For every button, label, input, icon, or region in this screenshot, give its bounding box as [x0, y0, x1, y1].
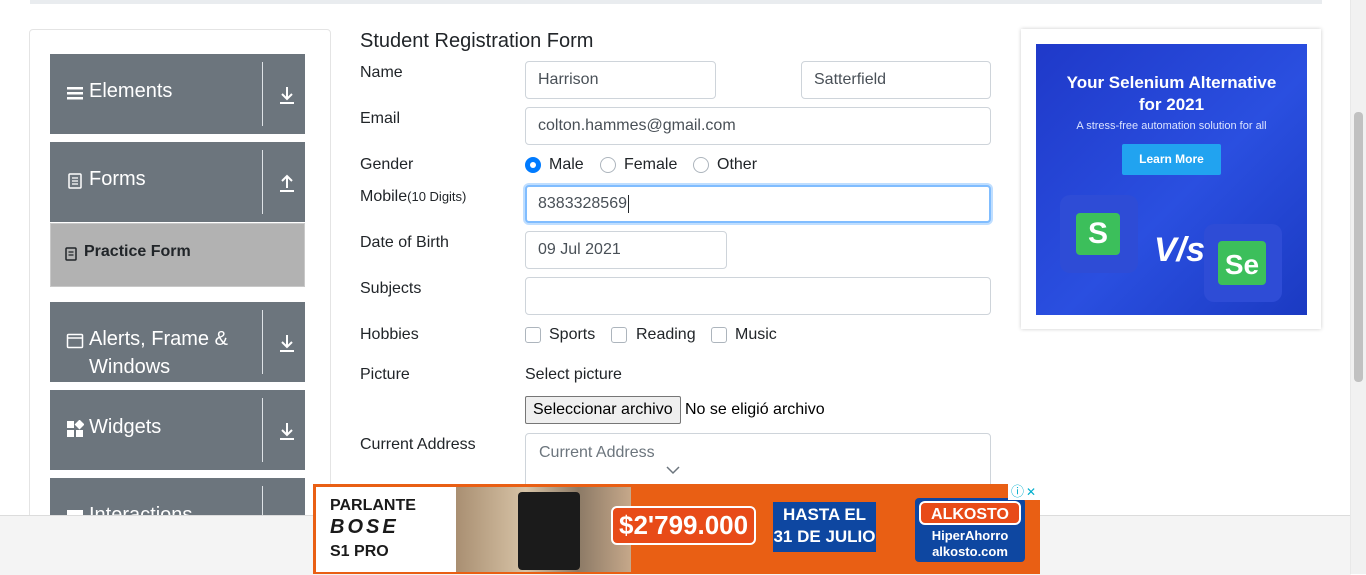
alkosto-logo-text: ALKOSTO: [919, 501, 1021, 525]
sidebar-group-label-line2: Windows: [89, 356, 171, 378]
bose-logo: BOSE: [330, 516, 399, 538]
mobile-hint: (10 Digits): [407, 189, 467, 204]
ad-title-line1: Your Selenium Alternative: [1066, 73, 1277, 92]
ad-subtitle: A stress-free automation solution for al…: [1076, 120, 1267, 132]
chevron-down-icon: [666, 466, 680, 475]
bottom-ad[interactable]: PARLANTE BOSE S1 PRO $2'799.000 HASTA EL…: [313, 484, 1040, 574]
text-cursor: [627, 194, 629, 213]
gender-label: Gender: [360, 156, 414, 173]
dob-label: Date of Birth: [360, 234, 449, 251]
upload-arrow-icon[interactable]: [276, 172, 298, 194]
subjects-input[interactable]: [525, 277, 991, 315]
side-ad[interactable]: Your Selenium Alternative for 2021 A str…: [1021, 29, 1321, 329]
sidebar-group-label: Widgets: [89, 416, 162, 438]
ad-controls: ⓘ ✕: [1008, 484, 1040, 500]
gender-male-radio[interactable]: [525, 157, 541, 173]
hamburger-icon: [67, 87, 83, 100]
mobile-label-text: Mobile: [360, 188, 408, 205]
form-icon: [65, 247, 77, 261]
close-icon[interactable]: ✕: [1026, 484, 1036, 500]
ad-banner[interactable]: Your Selenium Alternative for 2021 A str…: [1036, 44, 1307, 315]
sidebar-group-forms[interactable]: Forms: [50, 142, 305, 222]
ad-model: S1 PRO: [330, 543, 389, 560]
download-arrow-icon[interactable]: [276, 84, 298, 106]
alkosto-url: alkosto.com: [932, 544, 1008, 559]
gender-female-label[interactable]: Female: [624, 156, 677, 174]
hobby-sports-checkbox[interactable]: [525, 327, 541, 343]
ad-price: $2'799.000: [611, 506, 757, 545]
speaker-image: [518, 492, 580, 570]
name-label: Name: [360, 64, 403, 81]
gender-male-label[interactable]: Male: [549, 156, 584, 174]
sidebar-group-widgets[interactable]: Widgets: [50, 390, 305, 470]
learn-more-button[interactable]: Learn More: [1122, 144, 1221, 175]
selenium-logo: Se: [1204, 224, 1282, 302]
page-scrollbar[interactable]: [1350, 0, 1366, 574]
selenium-logo-mark: Se: [1218, 241, 1266, 285]
hobbies-label: Hobbies: [360, 326, 419, 343]
download-arrow-icon[interactable]: [276, 420, 298, 442]
email-input[interactable]: colton.hammes@gmail.com: [525, 107, 991, 145]
hobby-music-checkbox[interactable]: [711, 327, 727, 343]
versus-text: V/s: [1154, 231, 1206, 269]
katalon-logo-mark: S: [1076, 213, 1120, 255]
alkosto-sub: HiperAhorro: [931, 528, 1009, 543]
window-icon: [66, 333, 84, 349]
katalon-logo: S: [1060, 195, 1138, 273]
ad-promo: HASTA EL 31 DE JULIO: [773, 502, 876, 552]
gender-female-radio[interactable]: [600, 157, 616, 173]
ad-promo-line1: HASTA EL: [782, 505, 867, 524]
sidebar-group-label: Elements: [89, 80, 173, 102]
document-icon: [68, 173, 82, 189]
gender-other-label[interactable]: Other: [717, 156, 757, 174]
info-icon[interactable]: ⓘ: [1011, 484, 1024, 500]
page-title: Student Registration Form: [360, 30, 594, 52]
hobby-music-label[interactable]: Music: [735, 326, 777, 344]
gender-other-radio[interactable]: [693, 157, 709, 173]
scrollbar-thumb[interactable]: [1354, 112, 1363, 382]
ad-line1: PARLANTE: [330, 497, 416, 514]
hobby-sports-label[interactable]: Sports: [549, 326, 595, 344]
file-status: No se eligió archivo: [685, 401, 825, 418]
mobile-label: Mobile(10 Digits): [360, 188, 466, 206]
sidebar-group-label: Forms: [89, 168, 146, 190]
sidebar-group-label: Alerts, Frame &: [89, 328, 228, 350]
divider: [262, 150, 263, 214]
ad-promo-line2: 31 DE JULIO: [773, 527, 876, 546]
download-arrow-icon[interactable]: [276, 332, 298, 354]
divider: [262, 398, 263, 462]
sidebar-item-label: Practice Form: [84, 243, 191, 260]
hobby-reading-checkbox[interactable]: [611, 327, 627, 343]
hobby-reading-label[interactable]: Reading: [636, 326, 696, 344]
left-panel: Elements Forms Practice Form Alerts, Fra…: [29, 29, 331, 551]
sidebar-group-elements[interactable]: Elements: [50, 54, 305, 134]
ad-title-line2: for 2021: [1138, 95, 1205, 114]
sidebar-item-practice-form[interactable]: Practice Form: [50, 223, 305, 287]
divider: [262, 62, 263, 126]
current-address-label: Current Address: [360, 436, 476, 453]
sidebar-group-alerts-frame-windows[interactable]: Alerts, Frame & Windows: [50, 302, 305, 382]
date-of-birth-input[interactable]: 09 Jul 2021: [525, 231, 727, 269]
alkosto-logo: ALKOSTO HiperAhorro alkosto.com: [915, 498, 1025, 562]
mobile-value: 8383328569: [538, 195, 627, 212]
mobile-input[interactable]: 8383328569: [525, 185, 991, 223]
top-strip: [30, 0, 1322, 4]
subjects-label: Subjects: [360, 280, 422, 297]
email-label: Email: [360, 110, 401, 127]
first-name-input[interactable]: Harrison: [525, 61, 716, 99]
divider: [262, 310, 263, 374]
current-address-placeholder: Current Address: [539, 444, 655, 461]
choose-file-button[interactable]: Seleccionar archivo: [525, 396, 681, 424]
widgets-icon: [67, 420, 84, 437]
last-name-input[interactable]: Satterfield: [801, 61, 991, 99]
select-picture-label: Select picture: [525, 366, 622, 383]
picture-label: Picture: [360, 366, 410, 383]
